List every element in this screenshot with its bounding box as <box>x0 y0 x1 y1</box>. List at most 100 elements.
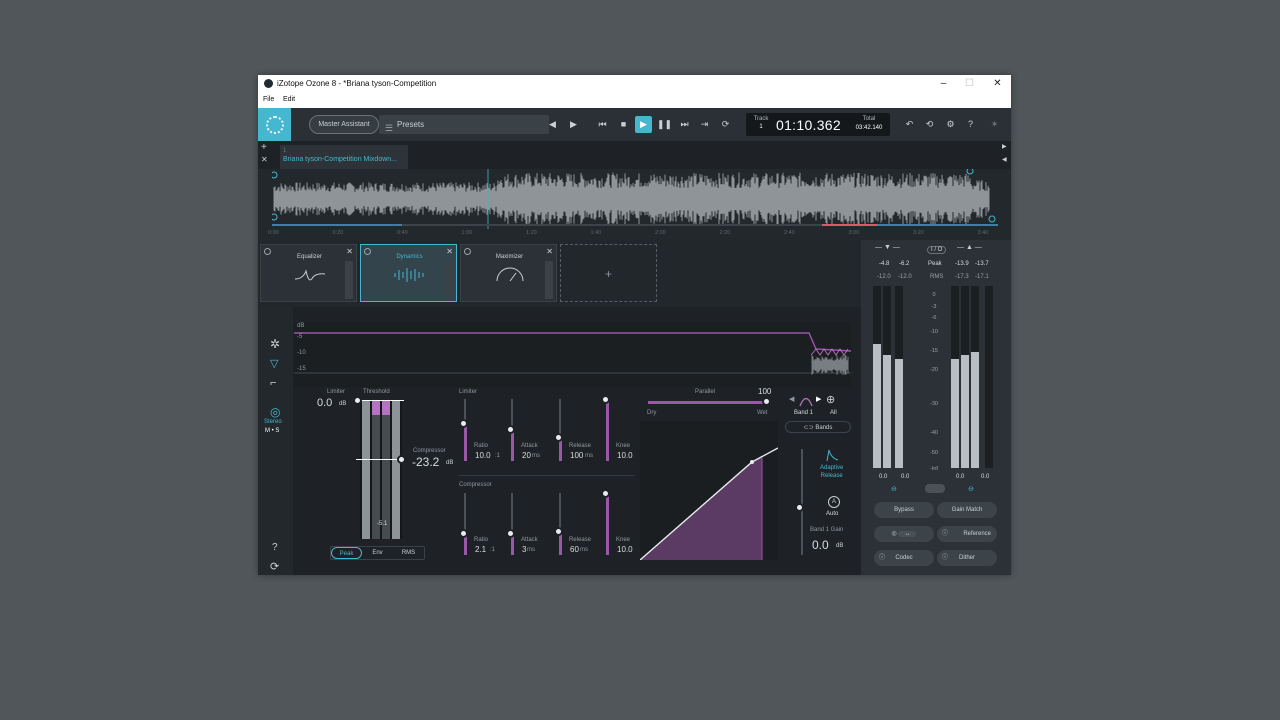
ratio-handle[interactable] <box>459 529 468 538</box>
attack-value[interactable]: 20 <box>522 451 531 460</box>
minimize-button[interactable]: – <box>930 75 957 92</box>
snap-icon[interactable]: ✲ <box>270 337 280 351</box>
attack-value[interactable]: 3 <box>522 545 526 554</box>
track-tab[interactable]: 1 Briana tyson-Competition Mixdown... <box>280 145 408 169</box>
meter-scale-tick: -30 <box>930 401 938 407</box>
dynamics-graph[interactable] <box>294 323 851 387</box>
limiter-threshold-value[interactable]: 0.0 <box>317 397 332 409</box>
waveform[interactable] <box>272 169 998 229</box>
swap-icon[interactable]: ↔ <box>898 531 917 537</box>
module-maximizer[interactable]: ✕ Maximizer <box>460 244 557 302</box>
add-track-icon[interactable]: + <box>261 142 267 153</box>
rms-mode-button[interactable]: RMS <box>393 547 424 559</box>
curve-icon[interactable]: ⌐ <box>270 377 276 389</box>
limiter-threshold-handle[interactable] <box>353 396 362 405</box>
presets-menu[interactable]: ☰ Presets <box>379 115 549 134</box>
knee-handle[interactable] <box>601 489 610 498</box>
attack-handle[interactable] <box>506 529 515 538</box>
input-gain-icon[interactable]: — ▼ — <box>875 244 900 251</box>
input-link-icon[interactable]: ⊖ <box>891 485 897 493</box>
parallel-handle[interactable] <box>762 397 771 406</box>
help-button[interactable]: ? <box>272 542 278 553</box>
history-icon[interactable]: ⟲ <box>921 116 938 133</box>
maximize-button[interactable]: ☐ <box>956 75 983 92</box>
ratio-value[interactable]: 10.0 <box>475 451 491 460</box>
fade-handle[interactable] <box>272 171 278 179</box>
reference-button[interactable]: ⓘ Reference <box>937 526 997 542</box>
undo-icon[interactable]: ↶ <box>901 116 918 133</box>
transfer-curve[interactable] <box>640 421 778 560</box>
bands-button[interactable]: ⊂⊃ Bands <box>785 421 851 433</box>
globe-icon[interactable]: ⊕ <box>826 393 835 406</box>
plugin-icon[interactable]: ✶ <box>986 116 1003 133</box>
stereo-label[interactable]: Stereo <box>264 419 282 425</box>
meter-scale-tick: -6 <box>931 315 937 321</box>
scroll-right-icon[interactable]: ▶ <box>1002 143 1007 150</box>
compressor-threshold-value[interactable]: -23.2 <box>412 455 439 469</box>
fade-handle[interactable] <box>988 215 996 223</box>
next-preset-button[interactable]: ▶ <box>565 116 582 133</box>
output-link-icon[interactable]: ⊖ <box>968 485 974 493</box>
fade-handle[interactable] <box>272 213 278 221</box>
loop-region-icon[interactable]: ⇥ <box>696 116 713 133</box>
auto-label[interactable]: Auto <box>826 511 838 517</box>
parallel-value[interactable]: 100 <box>758 387 771 396</box>
gain-match-button[interactable]: Gain Match <box>937 502 997 518</box>
knee-handle[interactable] <box>601 395 610 404</box>
compressor-threshold-handle[interactable] <box>397 455 406 464</box>
band-next-icon[interactable]: ▶ <box>816 395 821 403</box>
menu-file[interactable]: File <box>263 92 274 108</box>
band-gain-fader[interactable] <box>801 449 803 555</box>
prev-preset-button[interactable]: ◀ <box>544 116 561 133</box>
output-gain-icon[interactable]: — ▲ — <box>957 244 982 251</box>
rewind-icon[interactable]: ⏮ <box>594 116 611 133</box>
adaptive-release-label[interactable]: Adaptive Release <box>820 464 843 480</box>
master-assistant-button[interactable]: Master Assistant <box>309 115 379 134</box>
level-fill <box>883 355 891 468</box>
module-equalizer[interactable]: ✕ Equalizer <box>260 244 357 302</box>
fast-forward-icon[interactable]: ⏭ <box>676 116 693 133</box>
pause-icon[interactable]: ❚❚ <box>656 116 673 133</box>
auto-icon[interactable]: A <box>828 496 840 508</box>
all-label[interactable]: All <box>830 410 837 416</box>
io-label[interactable]: I / O <box>927 246 947 254</box>
gear-icon[interactable]: ⚙ <box>942 116 959 133</box>
bypass-button[interactable]: Bypass <box>874 502 934 518</box>
remove-track-icon[interactable]: ✕ <box>261 155 268 164</box>
loop-icon[interactable]: ⟳ <box>717 116 734 133</box>
close-button[interactable]: ✕ <box>984 75 1011 92</box>
stop-icon[interactable]: ■ <box>615 116 632 133</box>
parallel-slider[interactable] <box>648 401 768 404</box>
io-link-toggle[interactable] <box>925 484 945 493</box>
release-value[interactable]: 60 <box>570 545 579 554</box>
learn-icon[interactable]: ⟳ <box>270 560 279 573</box>
stereo-icon[interactable]: ◎ <box>270 405 280 419</box>
timeline-tick: 1:00 <box>461 230 473 236</box>
attack-handle[interactable] <box>506 425 515 434</box>
release-handle[interactable] <box>554 527 563 536</box>
band-gain-handle[interactable] <box>795 503 804 512</box>
peak-mode-button[interactable]: Peak <box>331 547 362 559</box>
menu-edit[interactable]: Edit <box>283 92 295 108</box>
env-mode-button[interactable]: Env <box>362 547 393 559</box>
band-prev-icon[interactable]: ◀ <box>789 395 794 403</box>
codec-button[interactable]: ⓘ Codec <box>874 550 934 566</box>
dither-button[interactable]: ⓘ Dither <box>937 550 997 566</box>
fade-handle[interactable] <box>966 169 974 175</box>
scroll-up-icon[interactable]: ◀ <box>1002 156 1007 163</box>
band-gain-value[interactable]: 0.0 <box>812 538 829 552</box>
add-module-slot[interactable]: + <box>560 244 657 302</box>
threshold-meter[interactable] <box>360 401 402 539</box>
release-handle[interactable] <box>554 433 563 442</box>
knee-value[interactable]: 10.0 <box>617 545 633 554</box>
ratio-value[interactable]: 2.1 <box>475 545 486 554</box>
release-value[interactable]: 100 <box>570 451 583 460</box>
module-dynamics[interactable]: ✕ Dynamics <box>360 244 457 302</box>
play-button[interactable]: ▶ <box>635 116 652 133</box>
filter-icon[interactable]: ▽ <box>270 357 278 370</box>
help-icon[interactable]: ? <box>962 116 979 133</box>
module-name: Equalizer <box>296 254 322 260</box>
knee-value[interactable]: 10.0 <box>617 451 633 460</box>
ratio-handle[interactable] <box>459 419 468 428</box>
ms-label[interactable]: M • S <box>265 428 279 434</box>
